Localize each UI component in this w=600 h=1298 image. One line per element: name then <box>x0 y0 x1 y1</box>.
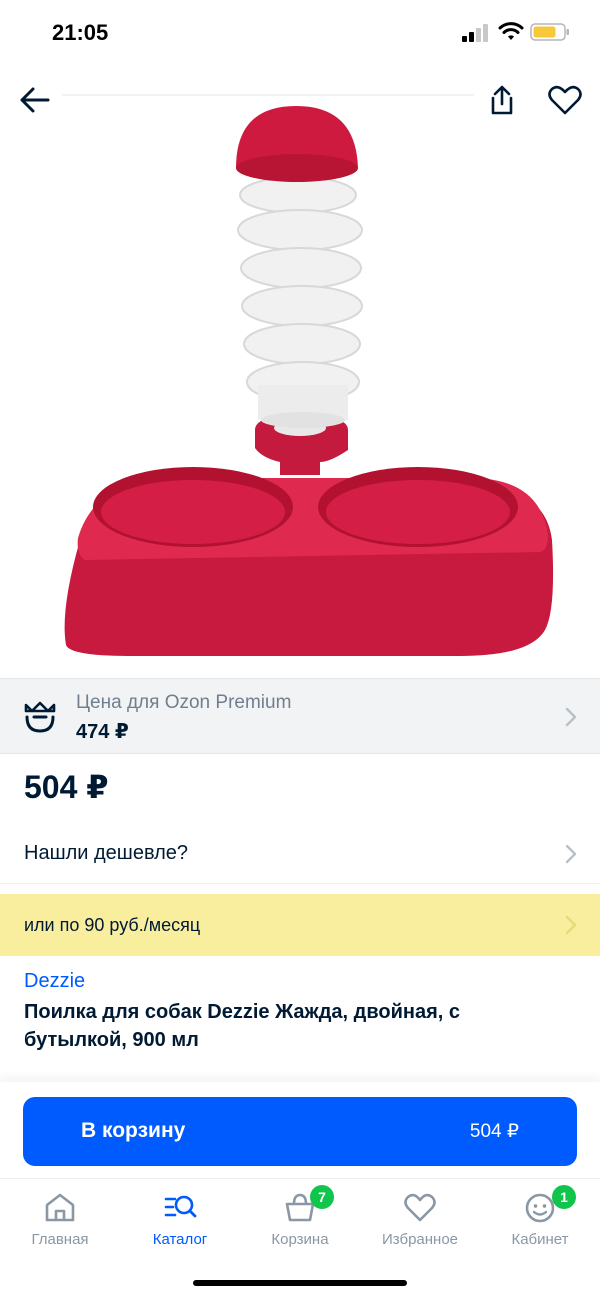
profile-notification-badge: 1 <box>552 1185 576 1209</box>
tab-home[interactable]: Главная <box>0 1187 120 1248</box>
chevron-right-icon <box>565 844 577 864</box>
product-title: Поилка для собак Dezzie Жажда, двойная, … <box>24 1001 460 1051</box>
tab-favorites[interactable]: Избранное <box>360 1187 480 1248</box>
favorite-button[interactable] <box>544 80 586 120</box>
back-button[interactable] <box>14 80 54 120</box>
arrow-left-icon <box>20 87 50 113</box>
product-price: 504 ₽ <box>24 769 109 805</box>
chevron-right-icon <box>565 915 577 935</box>
found-cheaper-row[interactable]: Нашли дешевле? <box>0 822 600 884</box>
add-to-cart-bar: В корзину 504 ₽ <box>0 1082 600 1178</box>
add-to-cart-price: 504 ₽ <box>469 1121 519 1142</box>
installment-banner[interactable]: или по 90 руб./месяц <box>0 894 600 956</box>
premium-price-value: 474 ₽ <box>76 721 129 743</box>
heart-icon <box>404 1193 436 1222</box>
share-button[interactable] <box>482 80 522 120</box>
catalog-search-icon <box>164 1195 197 1218</box>
ozon-premium-icon <box>24 701 56 733</box>
tab-cart-label: Корзина <box>271 1231 329 1248</box>
add-to-cart-button[interactable]: В корзину 504 ₽ <box>23 1097 577 1166</box>
home-indicator <box>193 1280 407 1286</box>
status-time: 21:05 <box>52 20 109 45</box>
tab-profile-label: Кабинет <box>511 1231 569 1248</box>
status-bar: 21:05 <box>0 0 600 64</box>
image-pager-indicator <box>62 94 474 96</box>
tab-favorites-label: Избранное <box>381 1231 459 1248</box>
cellular-signal-icon <box>462 24 488 42</box>
found-cheaper-label: Нашли дешевле? <box>24 842 189 864</box>
wifi-icon <box>498 22 524 40</box>
cart-count-badge: 7 <box>310 1185 334 1209</box>
tab-profile[interactable]: 1 Кабинет <box>480 1185 600 1248</box>
top-navigation-bar <box>0 64 600 134</box>
product-image[interactable] <box>0 90 600 670</box>
add-to-cart-label: В корзину <box>81 1119 186 1142</box>
premium-price-row[interactable]: Цена для Ozon Premium 474 ₽ <box>0 678 600 754</box>
tab-home-label: Главная <box>31 1231 89 1248</box>
installment-label: или по 90 руб./месяц <box>24 915 201 935</box>
heart-icon <box>548 85 582 115</box>
tab-catalog[interactable]: Каталог <box>120 1187 240 1248</box>
home-icon <box>45 1193 75 1222</box>
battery-icon <box>530 23 569 41</box>
share-icon <box>491 85 513 115</box>
tab-cart[interactable]: 7 Корзина <box>240 1185 360 1248</box>
brand-link[interactable]: Dezzie <box>24 970 85 993</box>
premium-price-label: Цена для Ozon Premium <box>76 692 292 713</box>
tab-catalog-label: Каталог <box>152 1231 208 1248</box>
chevron-right-icon <box>565 707 577 727</box>
